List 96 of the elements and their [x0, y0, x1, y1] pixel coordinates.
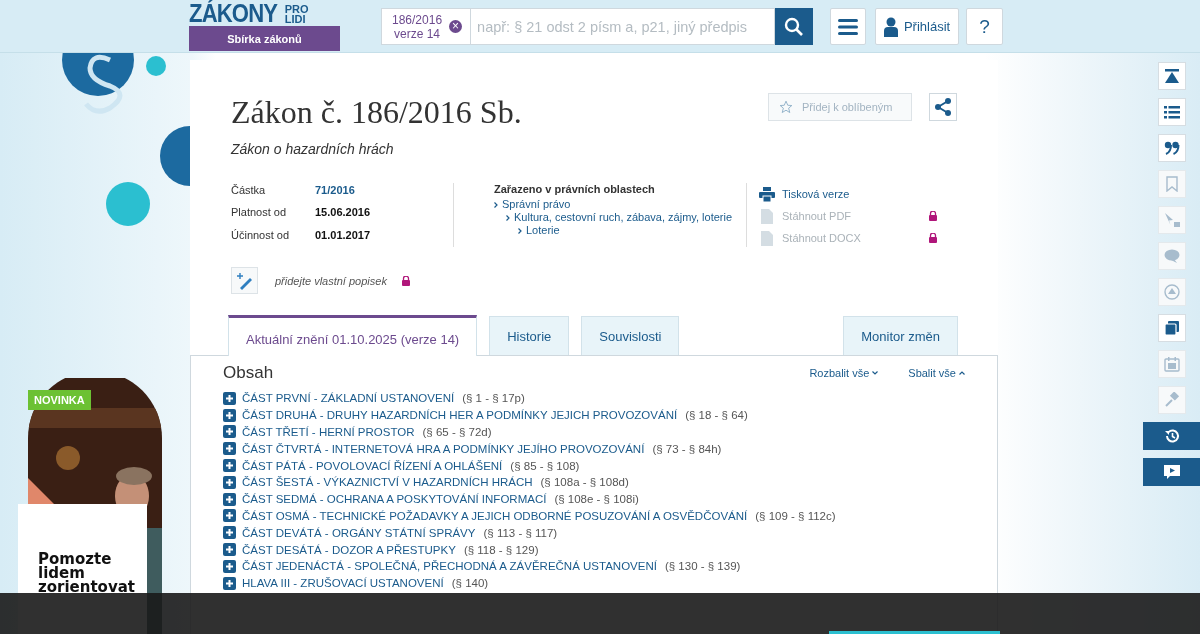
search-button[interactable]: [775, 8, 814, 45]
search-icon: [784, 16, 805, 37]
area-link[interactable]: Správní právo: [502, 198, 571, 211]
chevron-right-icon: [494, 201, 498, 208]
section-range: (§ 108a - § 108d): [540, 476, 629, 489]
collection-button[interactable]: Sbírka zákonů: [189, 26, 340, 51]
meta-value: 15.06.2016: [315, 205, 372, 221]
menu-icon: [838, 18, 859, 35]
gavel-icon: [1164, 392, 1180, 408]
section-range: (§ 130 - § 139): [664, 560, 741, 573]
history-icon: [1164, 428, 1180, 444]
areas-heading: Zařazeno v právních oblastech: [494, 183, 656, 196]
tab[interactable]: Souvislosti: [581, 316, 680, 355]
document-icon: [759, 230, 775, 246]
expand-all-link[interactable]: Rozbalit vše: [809, 367, 870, 379]
expand-icon[interactable]: [223, 391, 236, 405]
section-range: (§ 85 - § 108): [510, 459, 580, 472]
expand-icon[interactable]: [223, 475, 236, 489]
caret-up-icon: [959, 371, 965, 375]
login-button[interactable]: Přihlásit: [875, 8, 960, 45]
meta-label: Částka: [231, 183, 267, 198]
copy-icon: [1164, 320, 1180, 336]
note-placeholder[interactable]: přidejte vlastní popisek: [275, 274, 387, 287]
toc-link[interactable]: ČÁST DEVÁTÁ - ORGÁNY STÁTNÍ SPRÁVY: [242, 526, 476, 539]
play-message-icon: [1164, 464, 1180, 480]
area-link[interactable]: Loterie: [526, 224, 560, 237]
expand-icon[interactable]: [223, 442, 236, 456]
meta-label: Platnost od: [231, 205, 288, 221]
toc-link[interactable]: ČÁST DRUHÁ - DRUHY HAZARDNÍCH HER A PODMÍNKY JEJICH PROVOZOVÁNÍ: [242, 409, 678, 422]
expand-icon[interactable]: [223, 425, 236, 439]
logo-subtitle: PRO LIDI: [284, 4, 309, 24]
document-subtitle: Zákon o hazardních hrách: [231, 141, 395, 157]
collapse-all-link[interactable]: Sbalit vše: [908, 367, 956, 379]
toc-link[interactable]: ČÁST JEDENÁCTÁ - SPOLEČNÁ, PŘECHODNÁ A ZÁVĚREČNÁ USTANOVENÍ: [242, 560, 657, 573]
document-title: Zákon č. 186/2016 Sb.: [231, 93, 522, 131]
toc-link[interactable]: ČÁST SEDMÁ - OCHRANA A POSKYTOVÁNÍ INFORMACÍ: [242, 493, 547, 506]
toc-link[interactable]: ČÁST ČTVRTÁ - INTERNETOVÁ HRA A PODMÍNKY JEJÍHO PROVOZOVÁNÍ: [242, 442, 645, 455]
expand-icon[interactable]: [223, 408, 236, 422]
meta-value: 01.01.2017: [315, 227, 372, 243]
user-icon: [883, 16, 898, 37]
tab[interactable]: Aktuální znění 01.10.2025 (verze 14): [228, 315, 478, 356]
section-range: (§ 73 - § 84h): [652, 442, 722, 455]
speech-bubble-icon: [1164, 248, 1180, 264]
clear-button[interactable]: ×: [449, 20, 463, 33]
up-arrow-circle-icon: [1164, 284, 1180, 300]
meta-link[interactable]: 71/2016: [315, 183, 453, 203]
search-field[interactable]: např: § 21 odst 2 písm a, p21, jiný předpis: [471, 8, 776, 45]
section-range: (§ 1 - § 17p): [462, 392, 525, 405]
toc-link[interactable]: ČÁST DESÁTÁ - DOZOR A PŘESTUPKY: [242, 543, 456, 556]
section-range: (§ 118 - § 129): [463, 543, 539, 556]
cursor-icon: [1164, 212, 1180, 228]
section-range: (§ 18 - § 64): [685, 409, 748, 422]
document-icon: [759, 208, 775, 224]
section-range: (§ 113 - § 117): [483, 526, 558, 539]
calendar-icon: [1164, 356, 1180, 372]
chevron-right-icon: [518, 227, 522, 234]
toc-link[interactable]: ČÁST PÁTÁ - POVOLOVACÍ ŘÍZENÍ A OHLÁŠENÍ: [242, 459, 503, 472]
section-range: (§ 65 - § 72d): [422, 426, 492, 438]
edit-note-button[interactable]: [231, 267, 258, 294]
toc-heading: Obsah: [223, 363, 274, 383]
tab[interactable]: Historie: [489, 316, 570, 355]
toc-link[interactable]: ČÁST PRVNÍ - ZÁKLADNÍ USTANOVENÍ: [242, 392, 455, 405]
expand-icon[interactable]: [223, 559, 236, 573]
expand-icon[interactable]: [223, 576, 236, 590]
rail-button[interactable]: [1143, 422, 1200, 450]
section-range: (§ 108e - § 108i): [554, 493, 639, 506]
help-button[interactable]: ?: [966, 8, 1004, 45]
expand-icon[interactable]: [223, 526, 236, 540]
toc-link[interactable]: ČÁST TŘETÍ - HERNÍ PROSTOR: [242, 426, 415, 438]
tab[interactable]: Monitor změn: [843, 316, 958, 355]
toc-link[interactable]: HLAVA III - ZRUŠOVACÍ USTANOVENÍ: [242, 577, 444, 590]
meta-label: Účinnost od: [231, 227, 291, 243]
download-link[interactable]: Tisková verze: [782, 188, 937, 200]
expand-icon[interactable]: [223, 543, 236, 557]
new-badge: NOVINKA: [28, 390, 91, 410]
toc-link[interactable]: ČÁST OSMÁ - TECHNICKÉ POŽADAVKY A JEJICH ODBORNÉ POSUZOVÁNÍ A OSVĚDČOVÁNÍ: [242, 509, 748, 522]
chevron-right-icon: [506, 214, 510, 221]
expand-icon[interactable]: [223, 509, 236, 523]
quote-icon: [1164, 140, 1180, 156]
area-link[interactable]: Kultura, cestovní ruch, zábava, zájmy, loterie: [514, 211, 733, 224]
toc-link[interactable]: ČÁST ŠESTÁ - VÝKAZNICTVÍ V HAZARDNÍCH HRÁCH: [242, 476, 533, 489]
menu-button[interactable]: [830, 8, 867, 45]
rail-button[interactable]: [1143, 458, 1200, 486]
section-range: (§ 109 - § 112c): [755, 509, 836, 522]
scroll-top-icon: [1164, 68, 1180, 84]
star-icon: [779, 100, 793, 114]
pencil-plus-icon: [235, 271, 254, 290]
caret-down-icon: [872, 371, 879, 375]
printer-icon: [759, 186, 775, 202]
expand-icon[interactable]: [223, 492, 236, 506]
share-icon: [934, 98, 952, 116]
bookmark-icon: [1164, 176, 1180, 192]
share-button[interactable]: [929, 93, 957, 121]
list-icon: [1164, 104, 1180, 120]
expand-icon[interactable]: [223, 459, 236, 473]
section-range: (§ 140): [451, 577, 489, 590]
